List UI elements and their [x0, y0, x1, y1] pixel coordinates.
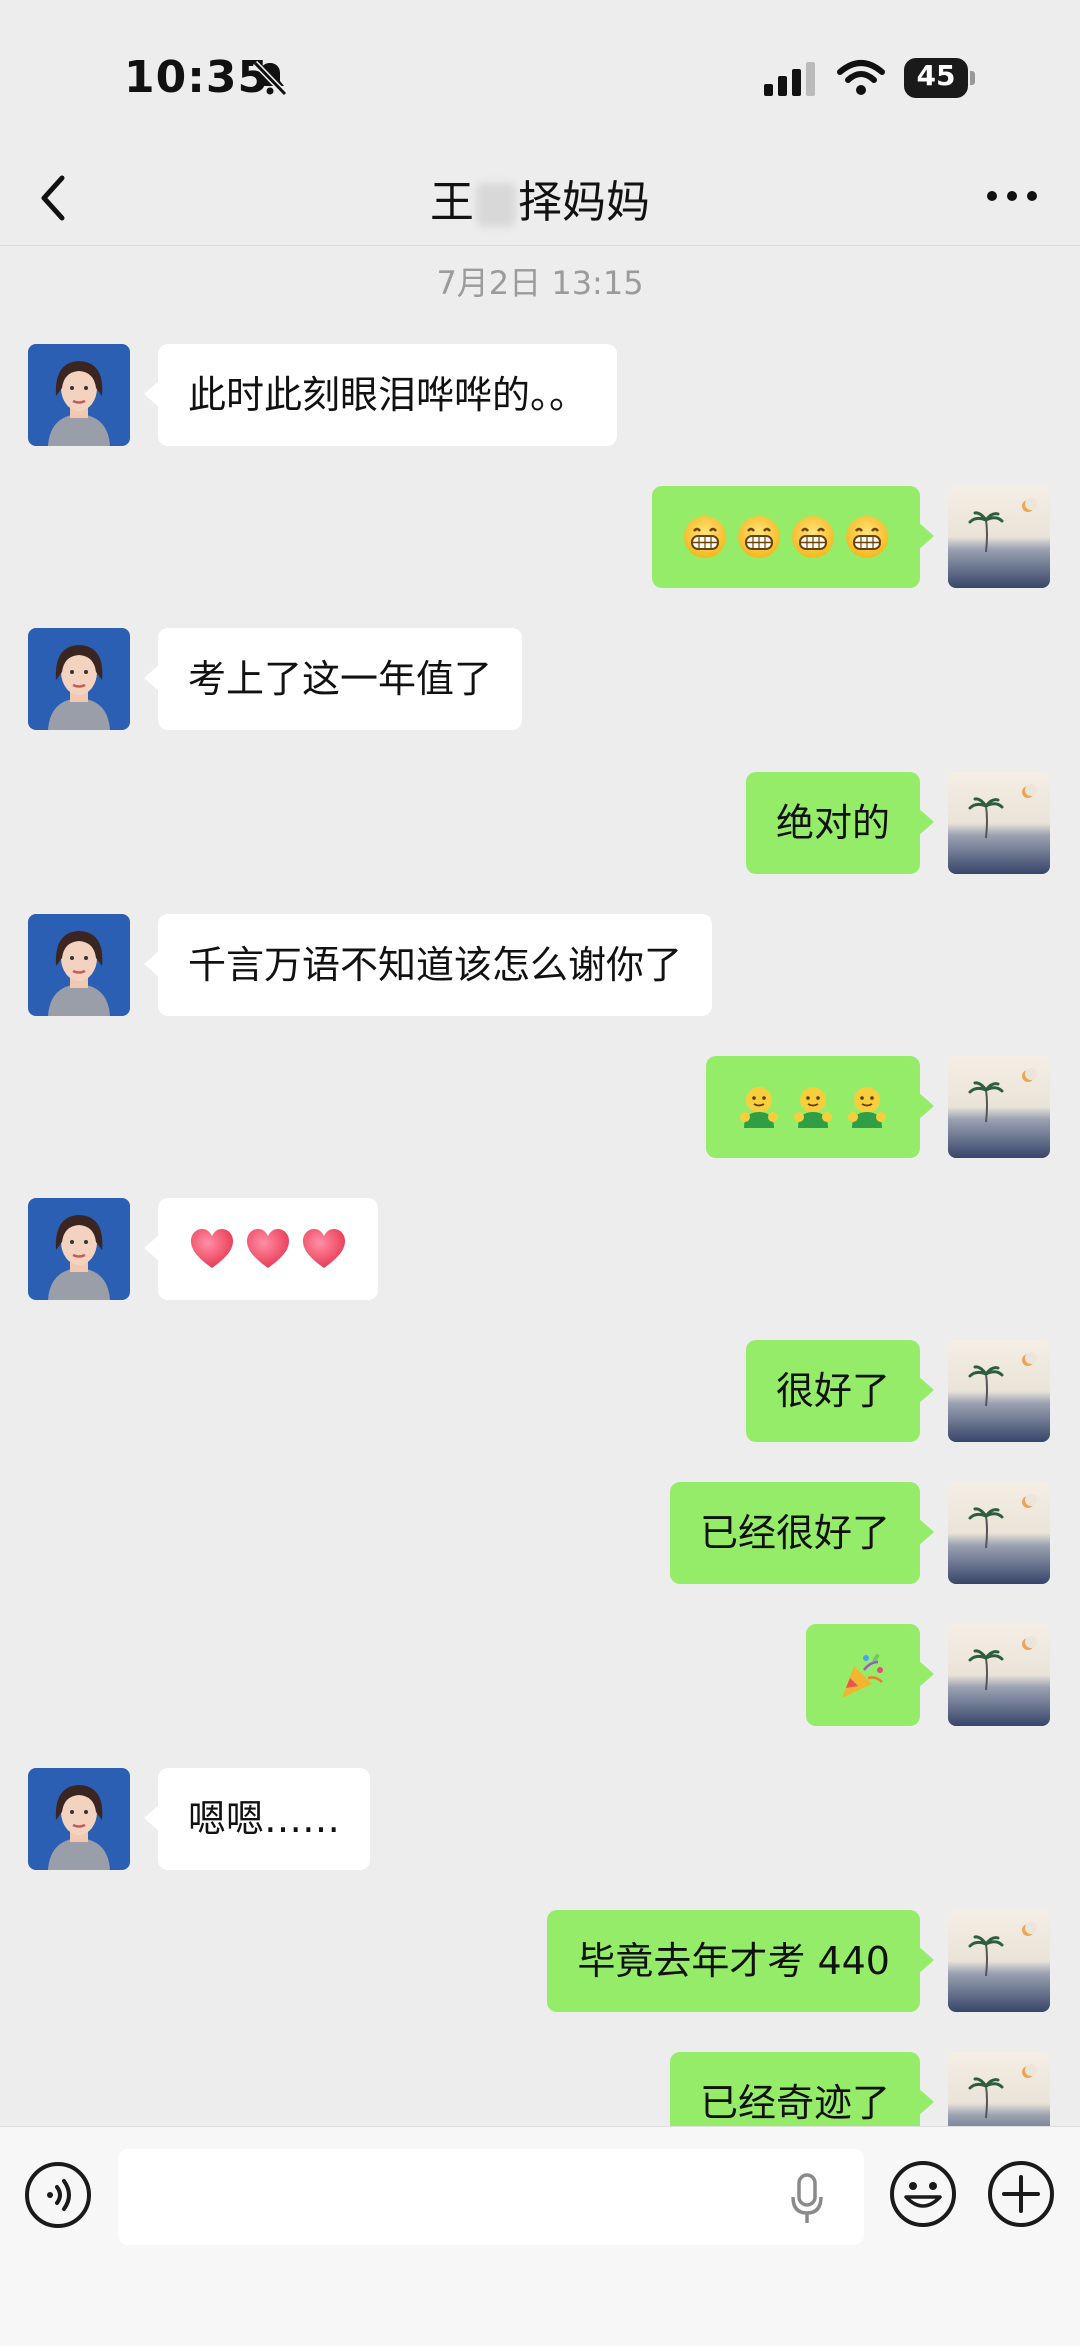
chat-title-prefix: 王 — [430, 177, 474, 228]
message-input[interactable] — [118, 2149, 864, 2245]
grin-icon — [684, 516, 726, 558]
grin-icon — [738, 516, 780, 558]
my-avatar[interactable] — [948, 1482, 1050, 1584]
my-avatar[interactable] — [948, 772, 1050, 874]
redacted-character — [476, 183, 516, 227]
my-avatar[interactable] — [948, 1340, 1050, 1442]
message-bubble[interactable] — [652, 486, 934, 588]
status-time: 10:35 — [124, 52, 270, 103]
more-options-icon[interactable] — [982, 186, 1042, 206]
my-avatar[interactable] — [948, 1624, 1050, 1726]
message-row-incoming: 嗯嗯…… — [0, 1768, 1080, 1870]
chat-nav-bar: 王择妈妈 — [0, 150, 1080, 246]
message-bubble[interactable] — [806, 1624, 934, 1726]
party-popper-icon — [842, 1653, 883, 1698]
message-row-incoming — [0, 1198, 1080, 1300]
chat-timestamp: 7月2日 13:15 — [436, 264, 644, 302]
my-avatar[interactable] — [948, 1056, 1050, 1158]
message-row-outgoing: 已经很好了 — [0, 1482, 1080, 1584]
chat-title-suffix: 择妈妈 — [518, 177, 650, 228]
contact-avatar[interactable] — [28, 628, 130, 730]
message-bubble[interactable]: 千言万语不知道该怎么谢你了 — [143, 914, 713, 1016]
message-row-outgoing — [0, 1624, 1080, 1726]
chat-title: 王择妈妈 — [0, 166, 1080, 230]
chat-screen: 10:35 45 王择妈妈 7月2日 13:15 此时此刻眼泪哗哗的。。 考上了… — [0, 0, 1080, 2346]
wifi-icon — [837, 60, 885, 95]
message-row-outgoing — [0, 1056, 1080, 1158]
my-avatar[interactable] — [948, 1910, 1050, 2012]
voice-mode-icon[interactable] — [24, 2161, 92, 2229]
message-row-outgoing — [0, 486, 1080, 588]
contact-avatar[interactable] — [28, 914, 130, 1016]
message-bubble[interactable]: 考上了这一年值了 — [143, 628, 523, 730]
message-bubble[interactable] — [706, 1056, 934, 1158]
microphone-icon[interactable] — [790, 2173, 824, 2225]
battery-indicator: 45 — [904, 58, 976, 98]
message-row-outgoing: 毕竟去年才考 440 — [0, 1910, 1080, 2012]
message-row-outgoing: 很好了 — [0, 1340, 1080, 1442]
contact-avatar[interactable] — [28, 1768, 130, 1870]
message-row-incoming: 千言万语不知道该怎么谢你了 — [0, 914, 1080, 1016]
hug-icon — [740, 1087, 778, 1128]
contact-avatar[interactable] — [28, 1198, 130, 1300]
message-bubble[interactable]: 此时此刻眼泪哗哗的。。 — [143, 344, 618, 446]
plus-icon[interactable] — [986, 2159, 1056, 2229]
message-bubble[interactable]: 嗯嗯…… — [143, 1768, 371, 1870]
status-bar: 10:35 45 — [0, 0, 1080, 150]
message-bubble[interactable]: 已经很好了 — [669, 1482, 935, 1584]
heart-icon — [247, 1229, 289, 1268]
message-row-incoming: 此时此刻眼泪哗哗的。。 — [0, 344, 1080, 446]
heart-icon — [303, 1229, 345, 1268]
grin-icon — [792, 516, 834, 558]
battery-cap — [970, 71, 975, 85]
cellular-signal-icon — [764, 62, 815, 96]
battery-level: 45 — [916, 59, 956, 92]
my-avatar[interactable] — [948, 486, 1050, 588]
message-bubble[interactable]: 绝对的 — [745, 772, 935, 874]
contact-avatar[interactable] — [28, 344, 130, 446]
bell-muted-icon — [252, 60, 288, 97]
hug-icon — [848, 1087, 886, 1128]
message-row-outgoing: 绝对的 — [0, 772, 1080, 874]
message-bubble[interactable]: 很好了 — [745, 1340, 935, 1442]
grin-icon — [846, 516, 888, 558]
chat-input-bar — [0, 2126, 1080, 2346]
heart-icon — [191, 1229, 233, 1268]
message-row-incoming: 考上了这一年值了 — [0, 628, 1080, 730]
hug-icon — [794, 1087, 832, 1128]
message-bubble[interactable]: 毕竟去年才考 440 — [547, 1910, 934, 2012]
message-bubble[interactable] — [144, 1198, 378, 1300]
emoji-icon[interactable] — [888, 2159, 958, 2229]
